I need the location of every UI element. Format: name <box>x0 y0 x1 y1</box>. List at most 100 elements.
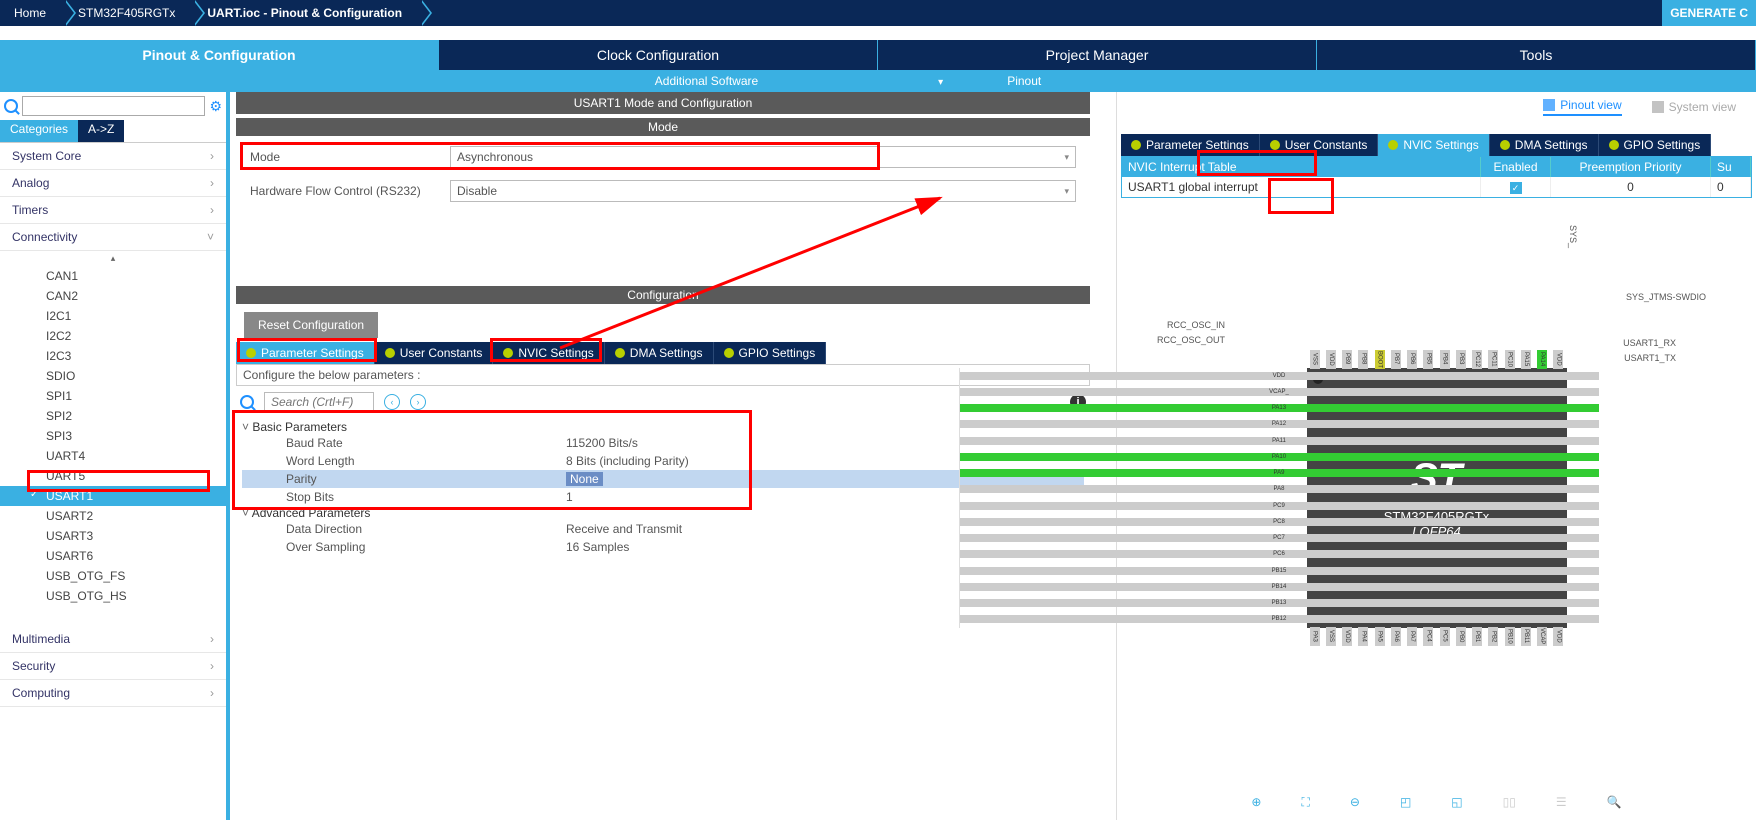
pin-pb3[interactable]: PB3 <box>1456 350 1466 369</box>
tab-pinout-config[interactable]: Pinout & Configuration <box>0 40 439 70</box>
group-analog[interactable]: Analog› <box>0 170 226 197</box>
pin-pa6[interactable]: PA6 <box>1391 627 1401 645</box>
periph-i2c1[interactable]: I2C1 <box>0 306 226 326</box>
pin-pa9[interactable]: PA9 <box>960 469 1599 477</box>
pin-pb10[interactable]: PB10 <box>1505 627 1515 645</box>
reset-config-button[interactable]: Reset Configuration <box>244 312 378 338</box>
prev-icon[interactable]: ‹ <box>384 394 400 410</box>
periph-uart5[interactable]: UART5 <box>0 466 226 486</box>
split-icon[interactable]: ▯▯ <box>1503 795 1516 810</box>
periph-usart2[interactable]: USART2 <box>0 506 226 526</box>
search-icon[interactable] <box>4 99 18 113</box>
tab-project-manager[interactable]: Project Manager <box>878 40 1317 70</box>
rotate-left-icon[interactable]: ◰ <box>1400 795 1411 810</box>
pin-pa15[interactable]: PA15 <box>1521 350 1531 369</box>
tab-gpio-settings[interactable]: GPIO Settings <box>714 342 827 364</box>
group-security[interactable]: Security› <box>0 653 226 680</box>
pin-pb15[interactable]: PB15 <box>960 567 1599 575</box>
pin-pb7[interactable]: PB7 <box>1391 350 1401 369</box>
param-search-icon[interactable] <box>240 395 254 409</box>
nvic-enabled-checkbox[interactable]: ✓ <box>1510 182 1522 194</box>
periph-sdio[interactable]: SDIO <box>0 366 226 386</box>
periph-uart4[interactable]: UART4 <box>0 446 226 466</box>
pin-pb9[interactable]: PB9 <box>1342 350 1352 369</box>
crumb-home[interactable]: Home <box>0 0 64 26</box>
parity-value[interactable]: None <box>566 472 603 486</box>
rotate-right-icon[interactable]: ◱ <box>1451 795 1462 810</box>
mode-select[interactable]: Asynchronous <box>450 146 1076 168</box>
system-view-tab[interactable]: System view <box>1652 98 1736 116</box>
param-search-input[interactable] <box>264 392 374 412</box>
pin-pb8[interactable]: PB8 <box>1358 350 1368 369</box>
pin-pa10[interactable]: PA10 <box>960 453 1599 461</box>
pin-pc4[interactable]: PC4 <box>1423 627 1433 645</box>
pin-pb1[interactable]: PB1 <box>1472 627 1482 645</box>
ntab-user[interactable]: User Constants <box>1260 134 1379 156</box>
dir-value[interactable]: Receive and Transmit <box>566 522 682 536</box>
pin-pa5[interactable]: PA5 <box>1375 627 1385 645</box>
periph-can2[interactable]: CAN2 <box>0 286 226 306</box>
gear-icon[interactable]: ⚙ <box>209 98 222 115</box>
generate-code-button[interactable]: GENERATE C <box>1662 0 1756 26</box>
crumb-device[interactable]: STM32F405RGTx <box>64 0 193 26</box>
pin-vdd[interactable]: VDD <box>960 372 1599 380</box>
periph-usart1[interactable]: USART1 <box>0 486 226 506</box>
tab-az[interactable]: A->Z <box>78 120 124 142</box>
pin-pa14[interactable]: PA14 <box>1537 350 1547 369</box>
group-multimedia[interactable]: Multimedia› <box>0 626 226 653</box>
pin-pb11[interactable]: PB11 <box>1521 627 1531 645</box>
tab-dma-settings[interactable]: DMA Settings <box>605 342 714 364</box>
periph-usb-fs[interactable]: USB_OTG_FS <box>0 566 226 586</box>
tab-param-settings[interactable]: Parameter Settings <box>236 342 375 364</box>
pin-vdd[interactable]: VDD <box>1342 627 1352 645</box>
additional-software-link[interactable]: Additional Software <box>655 74 758 88</box>
nvic-sub-value[interactable]: 0 <box>1711 177 1751 197</box>
pin-pb13[interactable]: PB13 <box>960 599 1599 607</box>
chip[interactable]: ST STM32F405RGTx LQFP64 VBATPC13-PC14-PC… <box>1307 368 1567 628</box>
over-value[interactable]: 16 Samples <box>566 540 629 554</box>
pin-pc8[interactable]: PC8 <box>960 518 1599 526</box>
fit-icon[interactable]: ⛶ <box>1301 795 1309 810</box>
pin-pc10[interactable]: PC10 <box>1505 350 1515 369</box>
periph-spi2[interactable]: SPI2 <box>0 406 226 426</box>
pin-pa7[interactable]: PA7 <box>1407 627 1417 645</box>
pinout-dropdown[interactable]: ▾Pinout <box>878 74 1101 88</box>
tab-nvic-settings[interactable]: NVIC Settings <box>493 342 604 364</box>
group-system-core[interactable]: System Core› <box>0 143 226 170</box>
pin-pb0[interactable]: PB0 <box>1456 627 1466 645</box>
periph-can1[interactable]: CAN1 <box>0 266 226 286</box>
pin-pa3[interactable]: PA3 <box>1310 627 1320 645</box>
pin-pc6[interactable]: PC6 <box>960 550 1599 558</box>
pin-vdd[interactable]: VDD <box>1553 627 1563 645</box>
pin-vcap_[interactable]: VCAP_ <box>960 388 1599 396</box>
ntab-nvic[interactable]: NVIC Settings <box>1378 134 1489 156</box>
pin-pb5[interactable]: PB5 <box>1423 350 1433 369</box>
ntab-param[interactable]: Parameter Settings <box>1121 134 1260 156</box>
pin-pc5[interactable]: PC5 <box>1440 627 1450 645</box>
hwflow-select[interactable]: Disable <box>450 180 1076 202</box>
pin-pa4[interactable]: PA4 <box>1358 627 1368 645</box>
pin-pa8[interactable]: PA8 <box>960 485 1599 493</box>
pin-pa11[interactable]: PA11 <box>960 437 1599 445</box>
list-icon[interactable]: ☰ <box>1556 795 1567 810</box>
zoom-in-icon[interactable]: ⊕ <box>1251 795 1261 810</box>
pin-pa13[interactable]: PA13 <box>960 404 1599 412</box>
search-combo[interactable] <box>22 96 205 116</box>
tab-tools[interactable]: Tools <box>1317 40 1756 70</box>
group-timers[interactable]: Timers› <box>0 197 226 224</box>
periph-i2c3[interactable]: I2C3 <box>0 346 226 366</box>
pin-pc11[interactable]: PC11 <box>1488 350 1498 369</box>
baud-value[interactable]: 115200 Bits/s <box>566 436 638 450</box>
ntab-gpio[interactable]: GPIO Settings <box>1599 134 1712 156</box>
word-value[interactable]: 8 Bits (including Parity) <box>566 454 689 468</box>
tab-clock-config[interactable]: Clock Configuration <box>439 40 878 70</box>
nvic-priority-value[interactable]: 0 <box>1551 177 1711 197</box>
pin-pc7[interactable]: PC7 <box>960 534 1599 542</box>
tab-categories[interactable]: Categories <box>0 120 78 142</box>
pin-pc12[interactable]: PC12 <box>1472 350 1482 369</box>
periph-usart3[interactable]: USART3 <box>0 526 226 546</box>
pin-pb12[interactable]: PB12 <box>960 615 1599 623</box>
pin-pb14[interactable]: PB14 <box>960 583 1599 591</box>
periph-spi3[interactable]: SPI3 <box>0 426 226 446</box>
group-connectivity[interactable]: Connectivity˅ <box>0 224 226 251</box>
